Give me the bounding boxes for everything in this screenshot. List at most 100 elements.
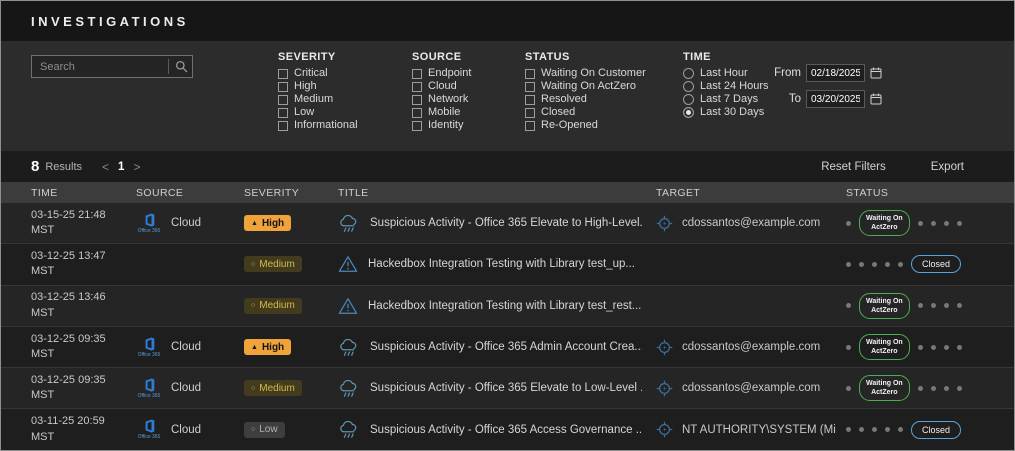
option-label: Mobile: [428, 106, 461, 118]
severity-option-high[interactable]: High: [278, 81, 358, 92]
row-source-label: Cloud: [171, 341, 202, 354]
column-header-severity[interactable]: SEVERITY: [244, 187, 338, 199]
source-option-identity[interactable]: Identity: [412, 120, 471, 131]
cell-target: cdossantos@example.com: [656, 327, 846, 367]
cell-severity: ▲ High: [244, 203, 338, 243]
source-checkbox-identity[interactable]: [412, 120, 422, 131]
cell-title[interactable]: Suspicious Activity - Office 365 Elevate…: [338, 203, 656, 243]
results-count: 8: [31, 158, 40, 175]
severity-checkbox-high[interactable]: [278, 81, 288, 92]
column-header-title[interactable]: TITLE: [338, 187, 656, 199]
calendar-icon[interactable]: [870, 67, 882, 79]
row-title[interactable]: Hackedbox Integration Testing with Libra…: [368, 258, 635, 270]
status-checkbox-waiting-on-customer[interactable]: [525, 68, 535, 79]
source-option-mobile[interactable]: Mobile: [412, 107, 471, 118]
severity-option-critical[interactable]: Critical: [278, 68, 358, 79]
status-option-re-opened[interactable]: Re-Opened: [525, 120, 646, 131]
severity-badge-icon: ▲: [251, 343, 258, 351]
time-radio-last-24-hours[interactable]: [683, 81, 694, 92]
cell-time: 03-12-25 09:35 MST: [31, 327, 136, 367]
time-option-last-24-hours[interactable]: Last 24 Hours: [683, 81, 768, 92]
cell-title[interactable]: Suspicious Activity - Office 365 Admin A…: [338, 327, 656, 367]
source-checkbox-cloud[interactable]: [412, 81, 422, 92]
status-dot: [956, 220, 962, 226]
source-checkbox-endpoint[interactable]: [412, 68, 422, 79]
table-row[interactable]: 03-12-25 09:35 MST Office 365 Cloud ▲ Hi…: [1, 326, 1014, 369]
column-header-time[interactable]: TIME: [31, 187, 136, 199]
row-title[interactable]: Suspicious Activity - Office 365 Admin A…: [370, 341, 642, 353]
time-radio-last-7-days[interactable]: [683, 94, 694, 105]
source-option-cloud[interactable]: Cloud: [412, 81, 471, 92]
table-row[interactable]: 03-11-25 20:59 MST Office 365 Cloud ○ Lo…: [1, 409, 1014, 450]
status-option-waiting-on-customer[interactable]: Waiting On Customer: [525, 68, 646, 79]
source-checkbox-network[interactable]: [412, 94, 422, 105]
row-title[interactable]: Suspicious Activity - Office 365 Elevate…: [370, 382, 642, 394]
status-dot: [846, 220, 851, 226]
source-checkbox-mobile[interactable]: [412, 107, 422, 118]
severity-option-medium[interactable]: Medium: [278, 94, 358, 105]
status-dot: [917, 303, 923, 309]
option-label: Waiting On Customer: [541, 67, 646, 79]
status-dot: [846, 427, 851, 433]
status-option-closed[interactable]: Closed: [525, 107, 646, 118]
row-title[interactable]: Hackedbox Integration Testing with Libra…: [368, 300, 641, 312]
severity-option-low[interactable]: Low: [278, 107, 358, 118]
calendar-icon[interactable]: [870, 93, 882, 105]
source-option-endpoint[interactable]: Endpoint: [412, 68, 471, 79]
alert-triangle-icon: [338, 255, 358, 273]
status-checkbox-resolved[interactable]: [525, 94, 535, 105]
status-option-waiting-on-actzero[interactable]: Waiting On ActZero: [525, 81, 646, 92]
cell-title[interactable]: Hackedbox Integration Testing with Libra…: [338, 286, 656, 326]
status-option-resolved[interactable]: Resolved: [525, 94, 646, 105]
column-header-source[interactable]: SOURCE: [136, 187, 244, 199]
time-radio-last-hour[interactable]: [683, 68, 694, 79]
option-label: Resolved: [541, 93, 587, 105]
table-row[interactable]: 03-15-25 21:48 MST Office 365 Cloud ▲ Hi…: [1, 203, 1014, 245]
time-option-last-30-days[interactable]: Last 30 Days: [683, 107, 768, 118]
status-checkbox-re-opened[interactable]: [525, 120, 535, 131]
search-icon[interactable]: [175, 60, 188, 73]
time-radio-last-30-days[interactable]: [683, 107, 694, 118]
cell-target: [656, 286, 846, 326]
row-title[interactable]: Suspicious Activity - Office 365 Elevate…: [370, 217, 642, 229]
table-row[interactable]: 03-12-25 13:47 MST ○ Medium Hackedbox In…: [1, 244, 1014, 286]
status-checkbox-waiting-on-actzero[interactable]: [525, 81, 535, 92]
search-separator: [168, 59, 169, 74]
column-header-status[interactable]: STATUS: [846, 187, 1014, 199]
status-track: Closed: [846, 420, 962, 439]
severity-checkbox-medium[interactable]: [278, 94, 288, 105]
row-time: 03-11-25 20:59 MST: [31, 415, 105, 443]
time-option-last-hour[interactable]: Last Hour: [683, 68, 768, 79]
option-label: Last 7 Days: [700, 93, 759, 105]
cell-status: Waiting On ActZero: [846, 368, 1014, 408]
cell-severity: ○ Low: [244, 409, 338, 449]
pagination-next[interactable]: >: [133, 160, 140, 174]
status-pill-closed: Closed: [911, 420, 962, 439]
pagination-page[interactable]: 1: [118, 161, 124, 173]
cell-time: 03-12-25 09:35 MST: [31, 368, 136, 408]
cell-status: Waiting On ActZero: [846, 327, 1014, 367]
cell-target: NT AUTHORITY\SYSTEM (Micr...: [656, 409, 846, 449]
severity-checkbox-informational[interactable]: [278, 120, 288, 131]
export-button[interactable]: Export: [931, 161, 964, 173]
column-header-target[interactable]: TARGET: [656, 187, 846, 199]
cell-title[interactable]: Suspicious Activity - Office 365 Elevate…: [338, 368, 656, 408]
row-title[interactable]: Suspicious Activity - Office 365 Access …: [370, 424, 642, 436]
pagination-prev[interactable]: <: [102, 160, 109, 174]
severity-checkbox-low[interactable]: [278, 107, 288, 118]
from-date-input[interactable]: [806, 64, 865, 82]
source-option-network[interactable]: Network: [412, 94, 471, 105]
cell-title[interactable]: Hackedbox Integration Testing with Libra…: [338, 244, 656, 284]
status-checkbox-closed[interactable]: [525, 107, 535, 118]
office365-icon: Office 365: [136, 419, 162, 440]
reset-filters-button[interactable]: Reset Filters: [821, 161, 886, 173]
severity-checkbox-critical[interactable]: [278, 68, 288, 79]
table-row[interactable]: 03-12-25 09:35 MST Office 365 Cloud ○ Me…: [1, 368, 1014, 410]
table-row[interactable]: 03-12-25 13:46 MST ○ Medium Hackedbox In…: [1, 285, 1014, 327]
cell-title[interactable]: Suspicious Activity - Office 365 Access …: [338, 409, 656, 449]
severity-option-informational[interactable]: Informational: [278, 120, 358, 131]
to-date-input[interactable]: [806, 90, 865, 108]
severity-badge-label: Medium: [259, 382, 295, 394]
time-option-last-7-days[interactable]: Last 7 Days: [683, 94, 768, 105]
cell-target: cdossantos@example.com: [656, 368, 846, 408]
